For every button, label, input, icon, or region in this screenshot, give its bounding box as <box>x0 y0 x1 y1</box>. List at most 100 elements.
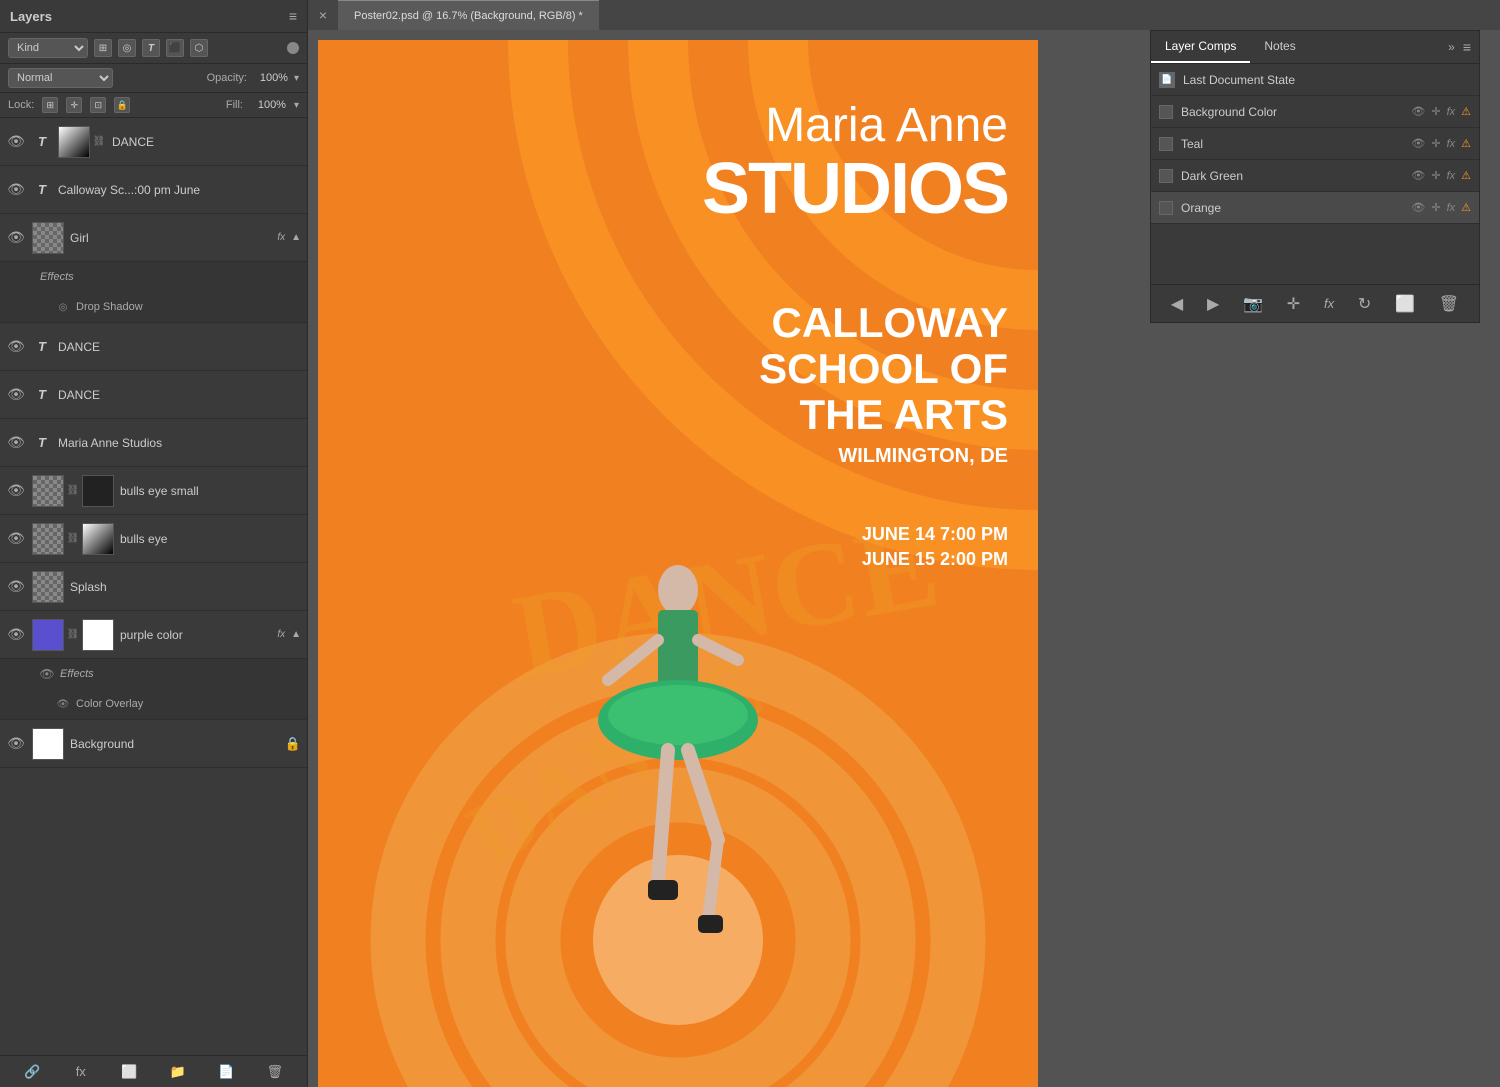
lc-icons-teal: 👁 ✛ fx ⚠ <box>1411 137 1471 150</box>
layer-type-text-dance-mid: T <box>32 337 52 357</box>
panel-header: Layers ≡ <box>0 0 307 33</box>
new-group-button[interactable]: 📁 <box>167 1061 189 1083</box>
new-layer-button[interactable]: 📄 <box>215 1061 237 1083</box>
lock-position-icon[interactable]: ✛ <box>66 97 82 113</box>
filter-shape-icon[interactable]: ⬛ <box>166 39 184 57</box>
lc-checkbox-bg-color[interactable] <box>1159 105 1173 119</box>
layer-visibility-splash[interactable]: 👁 <box>6 577 26 597</box>
lc-row-dark-green[interactable]: Dark Green 👁 ✛ fx ⚠ <box>1151 160 1479 192</box>
layer-item-bulls-eye[interactable]: 👁 ⛓ bulls eye <box>0 515 307 563</box>
add-style-button[interactable]: fx <box>70 1061 92 1083</box>
panel-menu-icon[interactable]: ≡ <box>289 8 297 24</box>
lock-transform-icon[interactable]: ⊡ <box>90 97 106 113</box>
lc-name-dark-green: Dark Green <box>1181 169 1403 183</box>
layer-visibility-bulls-eye[interactable]: 👁 <box>6 529 26 549</box>
kind-select[interactable]: Kind <box>8 38 88 58</box>
layer-sub-purple-color: 👁 Effects 👁 Color Overlay <box>0 659 307 720</box>
lc-fx-bg-color[interactable]: fx <box>1447 106 1456 118</box>
layer-item-calloway[interactable]: 👁 T Calloway Sc...:00 pm June <box>0 166 307 214</box>
filter-adjust-icon[interactable]: ◎ <box>118 39 136 57</box>
lc-warn-teal[interactable]: ⚠ <box>1461 137 1471 150</box>
lc-eye-orange[interactable]: 👁 <box>1411 201 1425 214</box>
lc-move-teal[interactable]: ✛ <box>1431 137 1440 150</box>
tab-layer-comps[interactable]: Layer Comps <box>1151 31 1250 63</box>
document-tab[interactable]: Poster02.psd @ 16.7% (Background, RGB/8)… <box>338 0 599 30</box>
lc-checkbox-dark-green[interactable] <box>1159 169 1173 183</box>
layer-visibility-girl[interactable]: 👁 <box>6 228 26 248</box>
lock-all-icon[interactable]: 🔒 <box>114 97 130 113</box>
lc-prev-button[interactable]: ◀ <box>1171 294 1183 314</box>
lc-camera-button[interactable]: 📷 <box>1243 294 1263 314</box>
layer-item-girl[interactable]: 👁 Girl fx ▲ <box>0 214 307 262</box>
link-layers-button[interactable]: 🔗 <box>21 1061 43 1083</box>
lc-warn-dark-green[interactable]: ⚠ <box>1461 169 1471 182</box>
lc-eye-teal[interactable]: 👁 <box>1411 137 1425 150</box>
lc-warn-bg-color[interactable]: ⚠ <box>1461 105 1471 118</box>
lc-fx-button[interactable]: fx <box>1324 296 1334 311</box>
lc-move-orange[interactable]: ✛ <box>1431 201 1440 214</box>
lc-fx-orange[interactable]: fx <box>1447 202 1456 214</box>
layer-visibility-bulls-eye-small[interactable]: 👁 <box>6 481 26 501</box>
lc-delete-button[interactable]: 🗑 <box>1439 294 1459 314</box>
layer-visibility-purple-color[interactable]: 👁 <box>6 625 26 645</box>
lc-checkbox-teal[interactable] <box>1159 137 1173 151</box>
layer-item-dance-mid2[interactable]: 👁 T DANCE <box>0 371 307 419</box>
lc-duplicate-button[interactable]: ⬜ <box>1395 294 1415 314</box>
layer-expand-purple-color[interactable]: ▲ <box>291 629 301 640</box>
tab-notes[interactable]: Notes <box>1250 31 1309 63</box>
fill-arrow[interactable]: ▾ <box>294 100 299 111</box>
lc-refresh-button[interactable]: ↻ <box>1358 294 1371 314</box>
layer-thumb-bulls-eye <box>82 523 114 555</box>
color-overlay-eye[interactable]: 👁 <box>56 697 70 711</box>
lc-next-button[interactable]: ▶ <box>1207 294 1219 314</box>
filter-smartobj-icon[interactable]: ⬡ <box>190 39 208 57</box>
layer-visibility-background[interactable]: 👁 <box>6 734 26 754</box>
layer-comps-panel: Layer Comps Notes » ≡ 📄 Last Document St… <box>1150 30 1480 323</box>
tab-close-button[interactable]: × <box>308 7 338 23</box>
layer-comps-header-icons: » ≡ <box>1448 39 1479 55</box>
lc-move-bg-color[interactable]: ✛ <box>1431 105 1440 118</box>
lc-move-dark-green[interactable]: ✛ <box>1431 169 1440 182</box>
layer-thumb-purple-color <box>32 619 64 651</box>
lc-row-bg-color[interactable]: Background Color 👁 ✛ fx ⚠ <box>1151 96 1479 128</box>
layer-visibility-dance-mid[interactable]: 👁 <box>6 337 26 357</box>
layer-comps-menu-icon[interactable]: ≡ <box>1463 39 1471 55</box>
layer-expand-girl[interactable]: ▲ <box>291 232 301 243</box>
lc-checkbox-orange[interactable] <box>1159 201 1173 215</box>
layer-item-dance-top[interactable]: 👁 T ⛓ DANCE <box>0 118 307 166</box>
lc-row-teal[interactable]: Teal 👁 ✛ fx ⚠ <box>1151 128 1479 160</box>
layer-name-background: Background <box>70 737 279 751</box>
delete-layer-button[interactable]: 🗑 <box>264 1061 286 1083</box>
layer-item-splash[interactable]: 👁 Splash <box>0 563 307 611</box>
layer-item-purple-color[interactable]: 👁 ⛓ purple color fx ▲ <box>0 611 307 659</box>
lock-pixels-icon[interactable]: ⊞ <box>42 97 58 113</box>
filter-toggle[interactable] <box>287 42 299 54</box>
layer-chain-purple-color: ⛓ <box>66 628 80 642</box>
layer-visibility-calloway[interactable]: 👁 <box>6 180 26 200</box>
filter-pixel-icon[interactable]: ⊞ <box>94 39 112 57</box>
lc-fx-teal[interactable]: fx <box>1447 138 1456 150</box>
add-mask-button[interactable]: ⬜ <box>118 1061 140 1083</box>
opacity-arrow[interactable]: ▾ <box>294 73 299 84</box>
layer-visibility-dance-top[interactable]: 👁 <box>6 132 26 152</box>
layer-item-background[interactable]: 👁 Background 🔒 <box>0 720 307 768</box>
effects-eye-purple[interactable]: 👁 <box>40 667 54 681</box>
lc-row-orange[interactable]: Orange 👁 ✛ fx ⚠ <box>1151 192 1479 224</box>
lc-fx-dark-green[interactable]: fx <box>1447 170 1456 182</box>
filter-text-icon[interactable]: T <box>142 39 160 57</box>
lc-warn-orange[interactable]: ⚠ <box>1461 201 1471 214</box>
lc-eye-bg-color[interactable]: 👁 <box>1411 105 1425 118</box>
layer-name-splash: Splash <box>70 580 301 594</box>
layer-visibility-dance-mid2[interactable]: 👁 <box>6 385 26 405</box>
blend-mode-select[interactable]: Normal <box>8 68 113 88</box>
layer-item-dance-mid[interactable]: 👁 T DANCE <box>0 323 307 371</box>
layer-comps-bottom: ◀ ▶ 📷 ✛ fx ↻ ⬜ 🗑 <box>1151 284 1479 322</box>
layer-comps-expand-icon[interactable]: » <box>1448 40 1455 54</box>
layer-item-bulls-eye-small[interactable]: 👁 ⛓ bulls eye small <box>0 467 307 515</box>
layer-item-maria-anne[interactable]: 👁 T Maria Anne Studios <box>0 419 307 467</box>
drop-shadow-eye[interactable]: ◎ <box>56 300 70 314</box>
lc-eye-dark-green[interactable]: 👁 <box>1411 169 1425 182</box>
lc-row-last-doc[interactable]: 📄 Last Document State <box>1151 64 1479 96</box>
layer-visibility-maria-anne[interactable]: 👁 <box>6 433 26 453</box>
lc-move-button[interactable]: ✛ <box>1287 294 1300 314</box>
